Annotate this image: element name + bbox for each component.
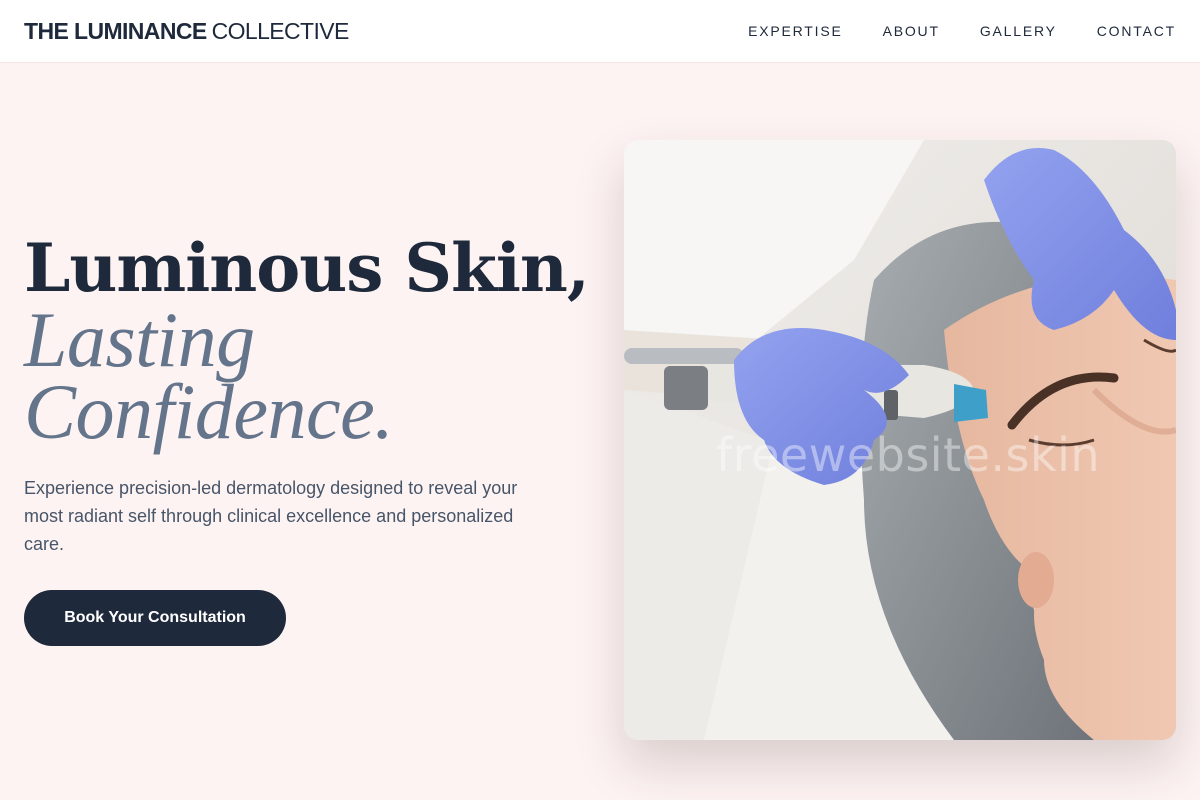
hero-description: Experience precision-led dermatology des… xyxy=(24,478,518,554)
hero-title-line-3: Confidence. xyxy=(24,368,394,455)
brand-logo[interactable]: THE LUMINANCE COLLECTIVE xyxy=(24,18,349,45)
book-consultation-button[interactable]: Book Your Consultation xyxy=(24,590,286,646)
brand-name-light: COLLECTIVE xyxy=(211,17,350,44)
hero-title-line-2: Lasting xyxy=(24,296,255,383)
hero-title-line-1: Luminous Skin, xyxy=(24,229,590,307)
photo-watermark: freewebsite.skin xyxy=(716,428,1101,482)
site-header: THE LUMINANCE COLLECTIVE EXPERTISE ABOUT … xyxy=(0,0,1200,63)
main-nav: EXPERTISE ABOUT GALLERY CONTACT xyxy=(748,23,1176,39)
nav-gallery[interactable]: GALLERY xyxy=(980,23,1057,39)
hero-heading: Luminous Skin, Lasting Confidence. xyxy=(24,229,590,455)
hero-photo: freewebsite.skin xyxy=(624,140,1176,740)
nav-about[interactable]: ABOUT xyxy=(883,23,940,39)
nav-contact[interactable]: CONTACT xyxy=(1097,23,1176,39)
brand-name-bold: THE LUMINANCE xyxy=(24,17,207,44)
nav-expertise[interactable]: EXPERTISE xyxy=(748,23,843,39)
